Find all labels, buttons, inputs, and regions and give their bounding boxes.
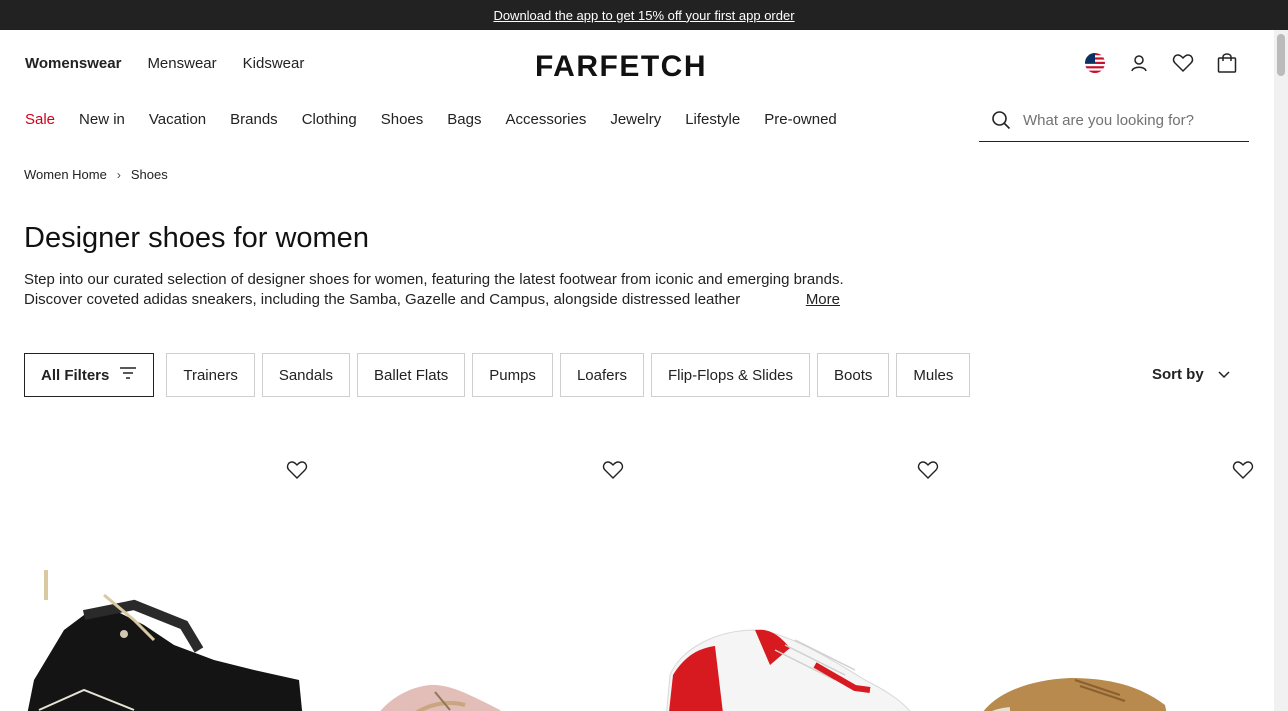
wishlist-heart-icon[interactable] <box>1232 460 1254 485</box>
scrollbar-thumb[interactable] <box>1277 34 1285 76</box>
wishlist-heart-icon[interactable] <box>602 460 624 485</box>
promo-link[interactable]: Download the app to get 15% off your fir… <box>493 8 794 23</box>
account-icon[interactable] <box>1128 52 1150 74</box>
nav-jewelry[interactable]: Jewelry <box>610 111 661 128</box>
gender-kidswear[interactable]: Kidswear <box>243 55 305 72</box>
gender-menswear[interactable]: Menswear <box>147 55 216 72</box>
wishlist-heart-icon[interactable] <box>286 460 308 485</box>
promo-bar: Download the app to get 15% off your fir… <box>0 0 1288 30</box>
breadcrumb-current[interactable]: Shoes <box>131 167 168 182</box>
product-image-black-sandal <box>27 570 303 711</box>
product-card[interactable] <box>340 440 630 711</box>
filter-chip-sandals[interactable]: Sandals <box>261 353 351 397</box>
wishlist-icon[interactable] <box>1172 52 1194 74</box>
page-title: Designer shoes for women <box>24 222 369 254</box>
filter-chip-mules[interactable]: Mules <box>896 353 971 397</box>
nav-bags[interactable]: Bags <box>447 111 481 128</box>
search-input[interactable] <box>1023 111 1243 129</box>
product-card[interactable] <box>655 440 945 711</box>
filter-chip-boots[interactable]: Boots <box>817 353 890 397</box>
search-bar <box>979 99 1249 142</box>
more-link[interactable]: More <box>799 290 840 310</box>
header-icons <box>1084 52 1238 74</box>
site-header: Womenswear Menswear Kidswear FARFETCH <box>0 30 1274 98</box>
product-card[interactable] <box>24 440 314 711</box>
page-scrollbar[interactable] <box>1274 30 1288 711</box>
filter-chip-ballet-flats[interactable]: Ballet Flats <box>357 353 466 397</box>
filter-icon <box>119 366 137 384</box>
all-filters-label: All Filters <box>41 366 110 384</box>
search-icon[interactable] <box>979 110 1023 130</box>
category-nav: Sale New in Vacation Brands Clothing Sho… <box>25 111 837 128</box>
filter-chip-pumps[interactable]: Pumps <box>472 353 553 397</box>
breadcrumb-separator: › <box>116 167 121 182</box>
nav-brands[interactable]: Brands <box>230 111 278 128</box>
breadcrumb-women-home[interactable]: Women Home <box>24 167 107 182</box>
wishlist-heart-icon[interactable] <box>917 460 939 485</box>
site-logo[interactable]: FARFETCH <box>535 50 707 84</box>
filter-chip-trainers[interactable]: Trainers <box>166 353 255 397</box>
gender-womenswear[interactable]: Womenswear <box>25 55 121 72</box>
breadcrumb: Women Home › Shoes <box>24 167 168 182</box>
chevron-down-icon <box>1218 366 1230 383</box>
bag-icon[interactable] <box>1216 52 1238 74</box>
nav-sale[interactable]: Sale <box>25 111 55 128</box>
description-text: Step into our curated selection of desig… <box>24 271 844 308</box>
nav-accessories[interactable]: Accessories <box>505 111 586 128</box>
product-image-white-red-sneaker <box>666 629 911 711</box>
nav-pre-owned[interactable]: Pre-owned <box>764 111 837 128</box>
nav-clothing[interactable]: Clothing <box>302 111 357 128</box>
product-image-pink-sneaker <box>380 684 501 711</box>
product-image-brown-sneaker <box>983 678 1167 711</box>
all-filters-button[interactable]: All Filters <box>24 353 155 397</box>
filter-chip-flip-flops-slides[interactable]: Flip-Flops & Slides <box>650 353 811 397</box>
gender-nav: Womenswear Menswear Kidswear <box>25 55 304 72</box>
nav-shoes[interactable]: Shoes <box>381 111 424 128</box>
nav-lifestyle[interactable]: Lifestyle <box>685 111 740 128</box>
us-flag-icon[interactable] <box>1084 52 1106 74</box>
page-description: Step into our curated selection of desig… <box>24 270 844 310</box>
filter-chip-loafers[interactable]: Loafers <box>559 353 644 397</box>
product-grid <box>24 440 1254 711</box>
product-card[interactable] <box>970 440 1260 711</box>
nav-new-in[interactable]: New in <box>79 111 125 128</box>
sort-by-button[interactable]: Sort by <box>1152 366 1230 383</box>
sort-by-label: Sort by <box>1152 366 1204 383</box>
filter-bar: All Filters Trainers Sandals Ballet Flat… <box>24 353 971 397</box>
nav-vacation[interactable]: Vacation <box>149 111 206 128</box>
